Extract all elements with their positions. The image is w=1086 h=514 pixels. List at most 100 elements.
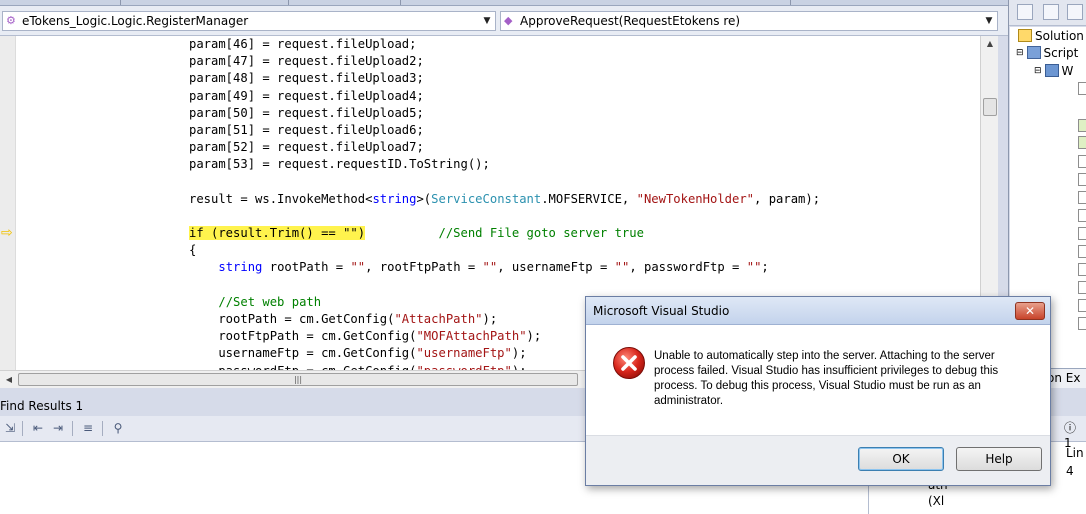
- help-button[interactable]: Help: [956, 447, 1042, 471]
- checked-file-icon[interactable]: [1078, 136, 1086, 149]
- execution-pointer-icon: ⇨: [1, 225, 13, 241]
- toolbar-separator: [72, 421, 73, 436]
- refresh-icon[interactable]: [1067, 4, 1083, 20]
- code-line[interactable]: param[51] = request.fileUpload6;: [189, 122, 820, 139]
- file-icon[interactable]: [1078, 317, 1086, 330]
- code-token: rootPath = cm.GetConfig(: [189, 312, 395, 326]
- file-icon[interactable]: [1078, 191, 1086, 204]
- next-result-icon[interactable]: ⇥: [50, 420, 66, 436]
- code-token: param[53] = request.requestID.ToString()…: [189, 157, 490, 172]
- class-dropdown[interactable]: ⚙ eTokens_Logic.Logic.RegisterManager ▼: [2, 11, 496, 31]
- tab-divider: [400, 0, 401, 5]
- tree-item-script[interactable]: ⊟ Script: [1016, 44, 1078, 61]
- dialog-message: Unable to automatically step into the se…: [654, 350, 999, 407]
- code-token: , passwordFtp =: [629, 260, 747, 275]
- file-icon[interactable]: [1078, 173, 1086, 186]
- project-icon: [1026, 46, 1041, 59]
- code-line[interactable]: if (result.Trim() == "") //Send File got…: [189, 225, 820, 242]
- checked-file-icon[interactable]: [1078, 119, 1086, 132]
- member-dropdown[interactable]: ◆ ApproveRequest(RequestEtokens re) ▼: [500, 11, 998, 31]
- code-line[interactable]: param[48] = request.fileUpload3;: [189, 70, 820, 87]
- code-line[interactable]: param[53] = request.requestID.ToString()…: [189, 156, 820, 173]
- code-line[interactable]: param[47] = request.fileUpload2;: [189, 53, 820, 70]
- tree-item-w[interactable]: ⊟ W: [1034, 62, 1073, 79]
- tab-divider: [288, 0, 289, 5]
- go-to-location-icon[interactable]: ⇲: [2, 420, 18, 436]
- tree-item-solution[interactable]: Solution: [1018, 27, 1084, 44]
- code-token: , param);: [754, 191, 821, 206]
- show-all-files-icon[interactable]: [1043, 4, 1059, 20]
- previous-result-icon[interactable]: ⇤: [30, 420, 46, 436]
- collapse-icon[interactable]: ⊟: [1034, 66, 1042, 76]
- close-icon[interactable]: ✕: [1015, 302, 1045, 320]
- scroll-thumb[interactable]: [983, 98, 997, 116]
- code-line[interactable]: result = ws.InvokeMethod<string>(Service…: [189, 191, 820, 208]
- code-token: string: [218, 260, 263, 275]
- solution-explorer-toolbar: [1009, 0, 1086, 26]
- code-line[interactable]: string rootPath = "", rootFtpPath = "", …: [189, 259, 820, 276]
- clear-all-icon[interactable]: ≡: [80, 420, 96, 436]
- scroll-thumb[interactable]: |||: [18, 373, 578, 386]
- properties-icon[interactable]: [1017, 4, 1033, 20]
- file-icon[interactable]: [1078, 155, 1086, 168]
- code-token: param[49] = request.fileUpload4;: [189, 88, 424, 103]
- code-line[interactable]: param[50] = request.fileUpload5;: [189, 105, 820, 122]
- breakpoint-gutter[interactable]: ⇨: [0, 36, 16, 372]
- code-token: , rootFtpPath =: [365, 260, 483, 275]
- code-line[interactable]: [189, 208, 820, 225]
- tree-item-label: Solution: [1035, 28, 1084, 43]
- code-line[interactable]: param[52] = request.fileUpload7;: [189, 139, 820, 156]
- code-token: param[48] = request.fileUpload3;: [189, 71, 424, 86]
- code-token: .MOFSERVICE,: [541, 191, 637, 206]
- tab-divider: [120, 0, 121, 5]
- line-value: 4: [1066, 464, 1074, 478]
- tab-divider: [790, 0, 791, 5]
- code-token: rootPath =: [262, 260, 351, 275]
- code-token: ;: [761, 260, 769, 275]
- code-token: >(: [416, 191, 432, 206]
- tree-item-label: W: [1061, 63, 1074, 78]
- code-token: param[51] = request.fileUpload6;: [189, 122, 424, 137]
- code-token: //Set web path: [218, 294, 322, 309]
- collapse-icon[interactable]: ⊟: [1016, 48, 1024, 58]
- code-token: rootFtpPath = cm.GetConfig(: [189, 329, 417, 344]
- ok-button[interactable]: OK: [858, 447, 944, 471]
- code-token: //Send File goto server true: [438, 226, 644, 241]
- code-token: string: [372, 191, 417, 206]
- code-token: result = ws.InvokeMethod<: [189, 191, 373, 206]
- list-snippet: (Xl: [928, 494, 945, 508]
- member-dropdown-value: ApproveRequest(RequestEtokens re): [520, 14, 741, 28]
- file-icon[interactable]: [1078, 245, 1086, 258]
- code-line[interactable]: param[46] = request.fileUpload;: [189, 36, 820, 53]
- binoculars-icon[interactable]: ⚲: [110, 420, 126, 436]
- scroll-left-icon[interactable]: ◀: [2, 372, 16, 388]
- code-token: "usernameFtp": [416, 346, 512, 361]
- navigation-bar: ⚙ eTokens_Logic.Logic.RegisterManager ▼ …: [0, 6, 1008, 36]
- file-icon[interactable]: [1078, 281, 1086, 294]
- file-icon[interactable]: [1078, 82, 1086, 95]
- file-icon[interactable]: [1078, 209, 1086, 222]
- code-token: );: [511, 346, 527, 361]
- code-token: "": [350, 260, 366, 275]
- chevron-down-icon[interactable]: ▼: [479, 16, 495, 26]
- code-token: param[46] = request.fileUpload;: [189, 37, 417, 51]
- code-token: "AttachPath": [394, 312, 483, 326]
- class-dropdown-value: eTokens_Logic.Logic.RegisterManager: [22, 14, 249, 28]
- error-list-toolbar: ⓘ 1: [1049, 416, 1086, 450]
- code-token: usernameFtp = cm.GetConfig(: [189, 346, 417, 361]
- tree-item-label: Script: [1043, 45, 1079, 60]
- code-token: param[52] = request.fileUpload7;: [189, 140, 424, 155]
- code-line[interactable]: {: [189, 242, 820, 259]
- scroll-up-icon[interactable]: ▲: [982, 36, 998, 52]
- file-icon[interactable]: [1078, 227, 1086, 240]
- code-line[interactable]: [189, 174, 820, 191]
- file-icon[interactable]: [1078, 263, 1086, 276]
- file-icon[interactable]: [1078, 299, 1086, 312]
- chevron-down-icon[interactable]: ▼: [981, 16, 997, 26]
- code-line[interactable]: [189, 277, 820, 294]
- column-header-line[interactable]: Lin: [1066, 446, 1084, 460]
- code-line[interactable]: param[49] = request.fileUpload4;: [189, 88, 820, 105]
